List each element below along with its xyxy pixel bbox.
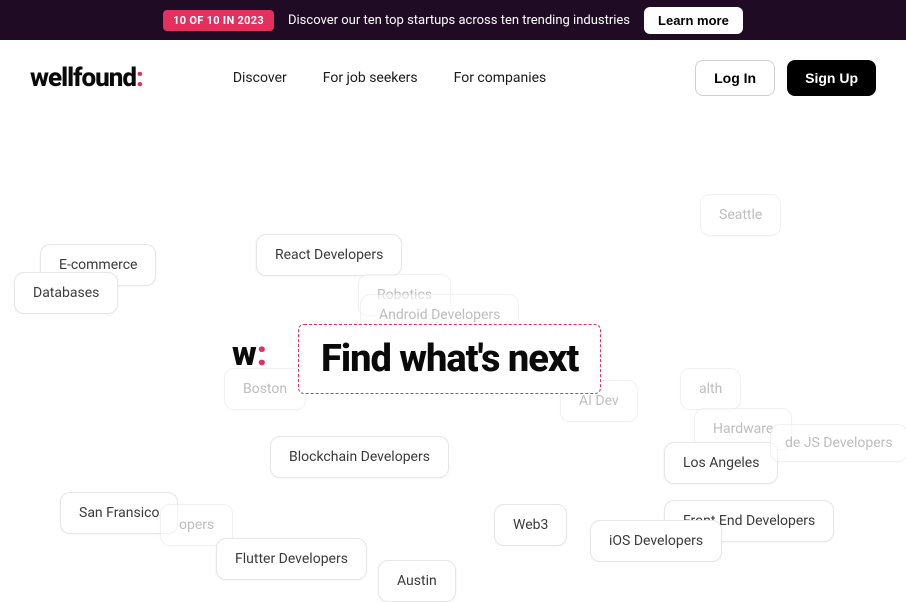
banner-text: Discover our ten top startups across ten… [288,13,630,28]
wellfound-logo[interactable]: wellfound: [30,63,143,93]
hero-logo-mark: w: [232,334,267,374]
hero-area: Seattle React Developers E-commerce Data… [0,116,906,596]
header-actions: Log In Sign Up [695,60,876,96]
logo-text: wellfound [30,63,136,93]
hero-headline: Find what's next [298,324,601,394]
primary-nav: Discover For job seekers For companies [233,70,546,86]
tag-los-angeles[interactable]: Los Angeles [664,442,778,484]
promo-banner: 10 OF 10 IN 2023 Discover our ten top st… [0,0,906,40]
tag-seattle[interactable]: Seattle [700,194,781,236]
tag-databases[interactable]: Databases [14,272,118,314]
nav-companies[interactable]: For companies [454,70,547,86]
tag-nodejs[interactable]: de JS Developers [770,424,906,462]
banner-badge: 10 OF 10 IN 2023 [163,10,274,31]
learn-more-button[interactable]: Learn more [644,7,743,34]
hero-logo-w: w [232,334,257,374]
tag-blockchain[interactable]: Blockchain Developers [270,436,449,478]
main-header: wellfound: Discover For job seekers For … [0,40,906,116]
signup-button[interactable]: Sign Up [787,60,876,96]
nav-discover[interactable]: Discover [233,70,287,86]
hero-logo-colon: : [257,334,267,374]
tag-web3[interactable]: Web3 [494,504,567,546]
tag-react[interactable]: React Developers [256,234,402,276]
tag-health[interactable]: alth [680,368,741,410]
tag-flutter[interactable]: Flutter Developers [216,538,367,580]
nav-job-seekers[interactable]: For job seekers [323,70,418,86]
tag-ios[interactable]: iOS Developers [590,520,722,562]
login-button[interactable]: Log In [695,60,775,96]
tag-boston[interactable]: Boston [224,368,306,410]
tag-austin[interactable]: Austin [378,560,456,602]
logo-colon: : [136,63,143,93]
